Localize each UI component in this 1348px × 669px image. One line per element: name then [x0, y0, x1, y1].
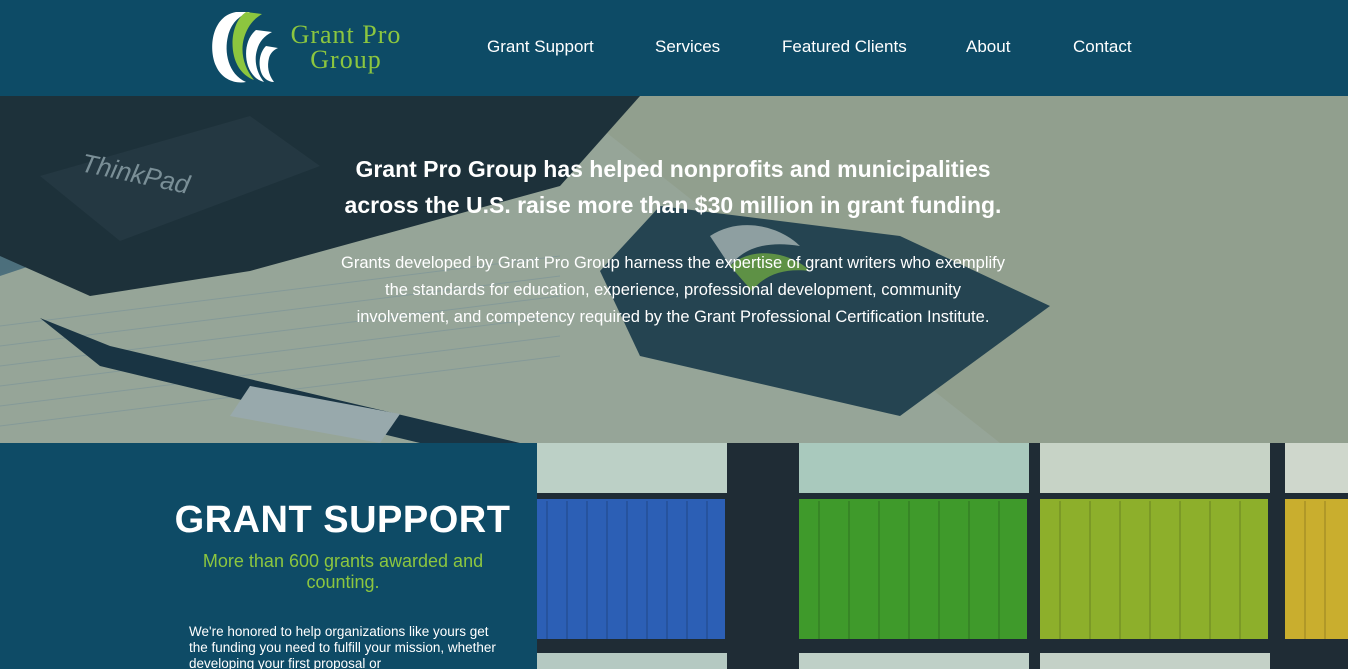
- grant-support-subtitle: More than 600 grants awarded and countin…: [202, 551, 484, 592]
- logo-line1: Grant Pro: [290, 20, 402, 49]
- hero-headline-line2: across the U.S. raise more than $30 mill…: [344, 192, 1002, 218]
- hero-description: Grants developed by Grant Pro Group harn…: [341, 254, 1005, 326]
- logo-mark-icon: [212, 12, 278, 83]
- hero-headline: Grant Pro Group has helped nonprofits an…: [330, 151, 1016, 223]
- nav-featured-clients[interactable]: Featured Clients: [782, 34, 907, 60]
- site-header: Grant Pro Group Grant Support Services F…: [0, 0, 1348, 96]
- file-folders-image: [537, 443, 1348, 669]
- grant-support-body: We're honored to help organizations like…: [189, 624, 496, 669]
- file-folders-art: [537, 443, 1348, 669]
- logo-text: Grant Pro Group: [284, 20, 408, 74]
- logo[interactable]: Grant Pro Group: [206, 8, 416, 84]
- hero-headline-line1: Grant Pro Group has helped nonprofits an…: [355, 156, 991, 182]
- grant-support-title: GRANT SUPPORT: [174, 499, 511, 541]
- nav-services[interactable]: Services: [655, 34, 720, 60]
- hero-section: ThinkPad Grant Pro Group has helped nonp…: [0, 96, 1348, 443]
- nav-grant-support[interactable]: Grant Support: [487, 34, 594, 60]
- grant-support-section: GRANT SUPPORT More than 600 grants award…: [0, 443, 537, 669]
- nav-about[interactable]: About: [966, 34, 1010, 60]
- nav-contact[interactable]: Contact: [1073, 34, 1132, 60]
- logo-line2: Group: [310, 45, 382, 74]
